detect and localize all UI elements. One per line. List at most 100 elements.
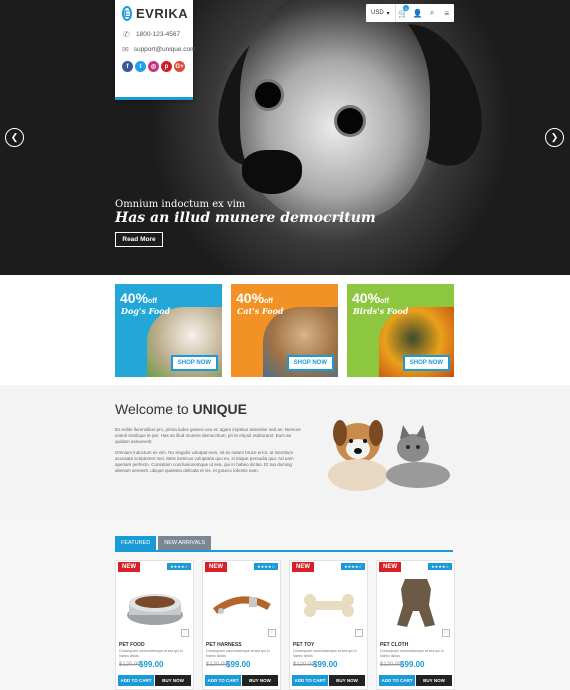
product-image-pet-food [127, 594, 183, 625]
promo-label: Cat's Food [237, 306, 284, 316]
heart-icon[interactable]: ♡ [355, 629, 363, 637]
add-to-cart-button[interactable]: ADD TO CART [205, 675, 241, 686]
add-to-cart-button[interactable]: ADD TO CART [292, 675, 328, 686]
slider-prev-button[interactable]: ❮ [5, 128, 24, 147]
google-plus-icon[interactable]: G+ [174, 61, 185, 72]
product-card[interactable]: NEW ★★★★☆ ♡ PET HARNESS Consequam conclu… [202, 560, 281, 690]
facebook-icon[interactable]: f [122, 61, 133, 72]
menu-icon[interactable]: ≡ [439, 4, 454, 22]
promo-dogs-food[interactable]: 40%off Dog's Food SHOP NOW [115, 284, 222, 377]
slide-subtitle: Omnium indoctum ex vim [115, 199, 246, 210]
product-description: Consequam concludaturque at sea qui in h… [206, 649, 270, 658]
add-to-cart-button[interactable]: ADD TO CART [118, 675, 154, 686]
email-address[interactable]: support@unique.com [134, 46, 196, 53]
old-price: $120.00 [293, 662, 315, 668]
dog-nose [242, 150, 302, 194]
price: $99.00 [139, 660, 164, 669]
tab-underline [115, 550, 453, 552]
cart-count-badge: 0 [403, 5, 410, 11]
product-card[interactable]: NEW ★★★★☆ ♡ PET TOY Consequam concludatu… [289, 560, 368, 690]
hero-slider: E EVRIKA ✆ 1800-123-4567 ✉ support@uniqu… [0, 0, 570, 275]
currency-select[interactable]: USD ▾ [366, 4, 396, 22]
dog-and-cat-image [328, 420, 450, 491]
read-more-button[interactable]: Read More [115, 232, 163, 247]
chevron-left-icon: ❮ [10, 132, 19, 142]
search-icon[interactable]: ⌕ [425, 4, 440, 22]
product-image-pet-harness [212, 596, 271, 614]
new-badge: NEW [205, 562, 227, 572]
pinterest-icon[interactable]: p [161, 61, 172, 72]
brand-name[interactable]: EVRIKA [136, 6, 188, 21]
add-to-cart-button[interactable]: ADD TO CART [379, 675, 415, 686]
product-description: Consequam concludaturque at sea qui in h… [380, 649, 444, 658]
envelope-icon: ✉ [122, 45, 129, 54]
product-image-pet-toy [304, 594, 354, 617]
instagram-icon[interactable]: ◎ [148, 61, 159, 72]
promo-label: Birds's Food [353, 306, 409, 316]
welcome-title: Welcome to UNIQUE [115, 401, 247, 417]
price: $99.00 [226, 660, 251, 669]
old-price: $120.00 [380, 662, 402, 668]
brand-card: E EVRIKA ✆ 1800-123-4567 ✉ support@uniqu… [115, 0, 196, 100]
old-price: $120.00 [206, 662, 228, 668]
tab-featured[interactable]: FEATURED [115, 536, 157, 550]
user-icon[interactable]: 👤 [410, 4, 425, 22]
shop-now-button[interactable]: SHOP NOW [170, 355, 218, 371]
shop-now-button[interactable]: SHOP NOW [402, 355, 450, 371]
products-section: FEATURED NEW ARRIVALS NEW ★★★★☆ ♡ PET FO… [0, 520, 570, 690]
promo-banners: 40%off Dog's Food SHOP NOW 40%off Cat's … [0, 275, 570, 385]
buy-now-button[interactable]: BUY NOW [329, 675, 365, 686]
welcome-paragraph: Ex eoble llorensibus pro, prima ludus gr… [115, 427, 301, 445]
product-tabs: FEATURED NEW ARRIVALS [115, 536, 212, 550]
slide-title: Has an illud munere democritum [115, 210, 376, 226]
cart-icon[interactable]: 🛒 0 [396, 4, 411, 22]
product-name[interactable]: PET TOY [293, 642, 314, 648]
price: $99.00 [400, 660, 425, 669]
promo-percent: 40%off [236, 290, 273, 306]
top-utility-bar: USD ▾ 🛒 0 👤 ⌕ ≡ [366, 4, 454, 22]
chevron-down-icon: ▾ [386, 10, 390, 17]
slider-next-button[interactable]: ❯ [545, 128, 564, 147]
chevron-right-icon: ❯ [550, 132, 559, 142]
product-name[interactable]: PET CLOTH [380, 642, 408, 648]
product-card[interactable]: NEW ★★★★☆ ♡ PET CLOTH Consequam concluda… [376, 560, 455, 690]
promo-percent: 40%off [352, 290, 389, 306]
new-badge: NEW [118, 562, 140, 572]
rating-stars: ★★★★☆ [341, 563, 365, 570]
promo-birds-food[interactable]: 40%off Birds's Food SHOP NOW [347, 284, 454, 377]
social-links: f t ◎ p G+ [122, 61, 186, 72]
welcome-section: Welcome to UNIQUE Ex eoble llorensibus p… [0, 385, 570, 520]
heart-icon[interactable]: ♡ [268, 629, 276, 637]
product-name[interactable]: PET HARNESS [206, 642, 242, 648]
new-badge: NEW [379, 562, 401, 572]
new-badge: NEW [292, 562, 314, 572]
buy-now-button[interactable]: BUY NOW [242, 675, 278, 686]
heart-icon[interactable]: ♡ [181, 629, 189, 637]
shop-now-button[interactable]: SHOP NOW [286, 355, 334, 371]
twitter-icon[interactable]: t [135, 61, 146, 72]
price: $99.00 [313, 660, 338, 669]
rating-stars: ★★★★☆ [167, 563, 191, 570]
dog-eye [255, 82, 281, 108]
product-card[interactable]: NEW ★★★★☆ ♡ PET FOOD Consequam concludat… [115, 560, 194, 690]
product-description: Consequam concludaturque at sea qui in h… [119, 649, 183, 658]
phone-icon: ✆ [123, 30, 130, 39]
old-price: $120.00 [119, 662, 141, 668]
phone-number: 1800-123-4567 [136, 31, 181, 38]
brand-logo[interactable]: E [122, 6, 133, 21]
welcome-paragraph: Omnium indoctum ex vim. No singulis volu… [115, 449, 294, 474]
promo-percent: 40%off [120, 290, 157, 306]
rating-stars: ★★★★☆ [428, 563, 452, 570]
promo-cats-food[interactable]: 40%off Cat's Food SHOP NOW [231, 284, 338, 377]
heart-icon[interactable]: ♡ [442, 629, 450, 637]
buy-now-button[interactable]: BUY NOW [416, 675, 452, 686]
product-description: Consequam concludaturque at sea qui in h… [293, 649, 357, 658]
buy-now-button[interactable]: BUY NOW [155, 675, 191, 686]
promo-label: Dog's Food [121, 306, 171, 316]
product-name[interactable]: PET FOOD [119, 642, 145, 648]
tab-new-arrivals[interactable]: NEW ARRIVALS [158, 536, 212, 550]
rating-stars: ★★★★☆ [254, 563, 278, 570]
dog-eye [337, 108, 363, 134]
welcome-text: Ex eoble llorensibus pro, prima ludus gr… [115, 427, 305, 478]
product-image-pet-cloth [397, 579, 435, 627]
